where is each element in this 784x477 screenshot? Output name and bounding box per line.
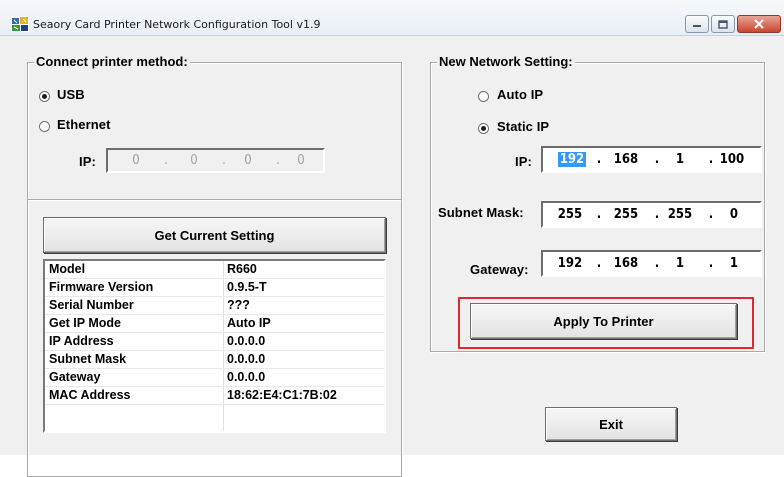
ip-octet: 0 <box>190 153 198 168</box>
new-ip-label: IP: <box>515 154 532 169</box>
maximize-icon <box>718 19 728 29</box>
ip-dot: . <box>164 153 168 168</box>
list-row: Subnet Mask 0.0.0.0 <box>45 351 384 369</box>
client-area: Connect printer method: USB Ethernet IP:… <box>0 37 784 477</box>
ip-dot: . <box>708 256 714 271</box>
close-button[interactable] <box>737 15 781 33</box>
ip-dot: . <box>596 207 602 222</box>
section-divider <box>28 199 401 200</box>
row-key: Serial Number <box>49 298 134 312</box>
maximize-button[interactable] <box>711 15 735 33</box>
ip-dot: . <box>276 153 280 168</box>
gateway-field[interactable]: 192 . 168 . 1 . 1 <box>541 250 762 277</box>
app-icon <box>11 16 29 32</box>
ip-dot: . <box>222 153 226 168</box>
ip-octet: 1 <box>675 256 685 271</box>
minimize-button[interactable] <box>685 15 709 33</box>
usb-radio[interactable] <box>39 91 50 102</box>
static-ip-radio[interactable] <box>478 123 489 134</box>
ip-dot: . <box>654 207 660 222</box>
ip-octet: 192 <box>557 256 583 271</box>
auto-ip-radio[interactable] <box>478 91 489 102</box>
ip-octet: 0 <box>132 153 140 168</box>
row-key: IP Address <box>49 334 114 348</box>
subnet-mask-field[interactable]: 255 . 255 . 255 . 0 <box>541 201 762 228</box>
ethernet-radio[interactable] <box>39 121 50 132</box>
ip-octet: 192 <box>557 152 587 167</box>
gateway-label: Gateway: <box>470 262 529 277</box>
row-key: Model <box>49 262 86 276</box>
ip-dot: . <box>708 152 714 167</box>
row-value: 18:62:E4:C1:7B:02 <box>227 388 337 402</box>
list-row: Firmware Version 0.9.5-T <box>45 279 384 297</box>
list-row: Serial Number ??? <box>45 297 384 315</box>
row-key: Firmware Version <box>49 280 154 294</box>
ip-dot: . <box>596 256 602 271</box>
ip-octet-selected: 192 <box>557 152 587 167</box>
ip-dot: . <box>708 207 714 222</box>
ip-octet: 1 <box>729 256 739 271</box>
ip-octet: 100 <box>719 152 745 167</box>
auto-ip-label[interactable]: Auto IP <box>497 87 543 102</box>
ip-octet: 1 <box>675 152 685 167</box>
title-bar[interactable]: Seaory Card Printer Network Configuratio… <box>0 0 784 36</box>
minimize-icon <box>693 25 701 27</box>
row-key: Subnet Mask <box>49 352 127 366</box>
new-ip-field[interactable]: 192 . 168 . 1 . 100 <box>541 146 762 173</box>
list-row-empty <box>45 405 384 423</box>
row-value: 0.9.5-T <box>227 280 267 294</box>
row-value: R660 <box>227 262 257 276</box>
connect-ip-field[interactable]: 0 . 0 . 0 . 0 <box>106 148 325 173</box>
ip-octet: 0 <box>297 153 305 168</box>
ip-octet: 0 <box>244 153 252 168</box>
list-row: Gateway 0.0.0.0 <box>45 369 384 387</box>
row-value: 0.0.0.0 <box>227 334 266 348</box>
exit-button[interactable]: Exit <box>545 407 677 441</box>
ip-octet: 168 <box>613 152 639 167</box>
row-value: 0.0.0.0 <box>227 352 266 366</box>
connect-ip-label: IP: <box>79 154 96 169</box>
row-value: ??? <box>227 298 250 312</box>
ip-octet: 255 <box>557 207 583 222</box>
list-row: Get IP Mode Auto IP <box>45 315 384 333</box>
app-window: Seaory Card Printer Network Configuratio… <box>0 0 784 477</box>
list-row: Model R660 <box>45 261 384 279</box>
row-key: MAC Address <box>49 388 131 402</box>
connect-method-title: Connect printer method: <box>34 54 190 69</box>
ethernet-label[interactable]: Ethernet <box>57 117 111 132</box>
row-key: Gateway <box>49 370 101 384</box>
ip-dot: . <box>596 152 602 167</box>
subnet-mask-label: Subnet Mask: <box>438 205 524 220</box>
current-settings-list[interactable]: Model R660 Firmware Version 0.9.5-T Seri… <box>43 259 386 433</box>
list-row: MAC Address 18:62:E4:C1:7B:02 <box>45 387 384 405</box>
list-row: IP Address 0.0.0.0 <box>45 333 384 351</box>
get-current-setting-button[interactable]: Get Current Setting <box>43 217 386 253</box>
ip-octet: 0 <box>729 207 739 222</box>
new-network-setting-title: New Network Setting: <box>437 54 575 69</box>
usb-label[interactable]: USB <box>57 87 85 102</box>
close-icon <box>754 19 764 29</box>
row-key: Get IP Mode <box>49 316 122 330</box>
ip-dot: . <box>654 256 660 271</box>
static-ip-label[interactable]: Static IP <box>497 119 549 134</box>
row-value: 0.0.0.0 <box>227 370 266 384</box>
ip-octet: 255 <box>667 207 693 222</box>
ip-octet: 168 <box>613 256 639 271</box>
window-title: Seaory Card Printer Network Configuratio… <box>33 18 321 31</box>
ip-octet: 255 <box>613 207 639 222</box>
ip-dot: . <box>654 152 660 167</box>
row-value: Auto IP <box>227 316 271 330</box>
apply-to-printer-button[interactable]: Apply To Printer <box>470 303 737 339</box>
